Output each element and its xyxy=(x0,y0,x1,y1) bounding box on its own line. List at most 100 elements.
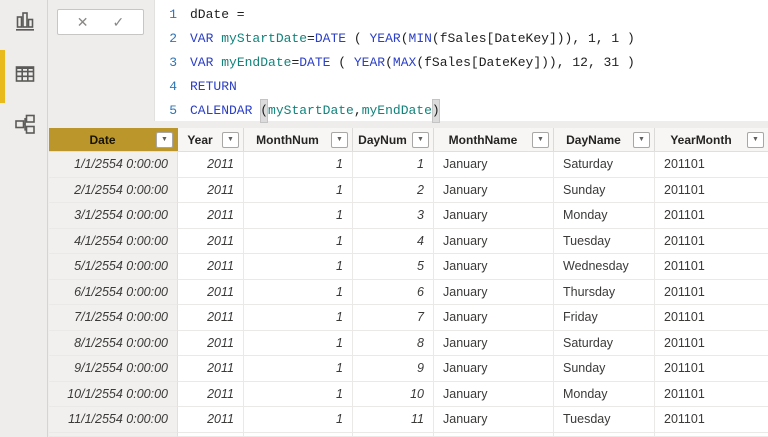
model-view-button[interactable] xyxy=(12,112,38,138)
cell-monthnum[interactable]: 1 xyxy=(244,177,353,203)
cell-monthname[interactable]: January xyxy=(434,203,554,229)
cell-monthnum[interactable]: 1 xyxy=(244,279,353,305)
cell-yearmonth[interactable]: 201101 xyxy=(655,356,768,382)
cell-monthname[interactable]: January xyxy=(434,228,554,254)
cell-yearmonth[interactable]: 201101 xyxy=(655,331,768,356)
cell-dayname[interactable] xyxy=(554,432,655,437)
commit-formula-button[interactable]: ✓ xyxy=(113,15,125,29)
cell-yearmonth[interactable]: 201101 xyxy=(655,254,768,280)
column-filter-dropdown-icon[interactable]: ▼ xyxy=(156,131,173,148)
column-filter-dropdown-icon[interactable]: ▼ xyxy=(412,131,429,148)
cell-daynum[interactable]: 6 xyxy=(353,279,434,305)
cell-year[interactable]: 2011 xyxy=(178,305,244,331)
cell-date[interactable]: 5/1/2554 0:00:00 xyxy=(49,254,178,280)
column-header-monthnum[interactable]: MonthNum ▼ xyxy=(244,128,353,151)
cell-dayname[interactable]: Saturday xyxy=(554,152,655,178)
cell-monthnum[interactable]: 1 xyxy=(244,152,353,178)
column-header-date[interactable]: Date ▼ xyxy=(49,128,178,151)
cell-date[interactable]: 6/1/2554 0:00:00 xyxy=(49,279,178,305)
column-header-dayname[interactable]: DayName ▼ xyxy=(554,128,655,151)
cell-year[interactable]: 2011 xyxy=(178,152,244,178)
cell-daynum[interactable]: 2 xyxy=(353,177,434,203)
column-header-yearmonth[interactable]: YearMonth ▼ xyxy=(655,128,768,151)
cell-daynum[interactable]: 8 xyxy=(353,330,434,356)
cell-date[interactable] xyxy=(49,432,178,437)
cell-year[interactable]: 2011 xyxy=(178,279,244,305)
cell-date[interactable]: 11/1/2554 0:00:00 xyxy=(49,407,178,433)
cell-dayname[interactable]: Monday xyxy=(554,203,655,229)
cell-dayname[interactable]: Sunday xyxy=(554,177,655,203)
cell-dayname[interactable]: Monday xyxy=(554,381,655,407)
cell-yearmonth[interactable] xyxy=(655,433,768,437)
cell-dayname[interactable]: Tuesday xyxy=(554,228,655,254)
cell-date[interactable]: 2/1/2554 0:00:00 xyxy=(49,177,178,203)
cell-dayname[interactable]: Wednesday xyxy=(554,254,655,280)
cell-year[interactable]: 2011 xyxy=(178,381,244,407)
cancel-formula-button[interactable]: ✕ xyxy=(77,15,89,29)
cell-yearmonth[interactable]: 201101 xyxy=(655,152,768,178)
cell-year[interactable]: 2011 xyxy=(178,203,244,229)
cell-date[interactable]: 9/1/2554 0:00:00 xyxy=(49,356,178,382)
cell-monthname[interactable]: January xyxy=(434,407,554,433)
cell-year[interactable]: 2011 xyxy=(178,407,244,433)
cell-monthname[interactable]: January xyxy=(434,305,554,331)
cell-year[interactable]: 2011 xyxy=(178,330,244,356)
cell-yearmonth[interactable]: 201101 xyxy=(655,407,768,433)
cell-daynum[interactable]: 10 xyxy=(353,381,434,407)
cell-monthname[interactable]: January xyxy=(434,381,554,407)
cell-monthnum[interactable]: 1 xyxy=(244,228,353,254)
cell-monthnum[interactable]: 1 xyxy=(244,330,353,356)
cell-monthname[interactable]: January xyxy=(434,356,554,382)
cell-date[interactable]: 3/1/2554 0:00:00 xyxy=(49,203,178,229)
cell-daynum[interactable]: 7 xyxy=(353,305,434,331)
column-filter-dropdown-icon[interactable]: ▼ xyxy=(532,131,549,148)
column-filter-dropdown-icon[interactable]: ▼ xyxy=(222,131,239,148)
cell-date[interactable]: 7/1/2554 0:00:00 xyxy=(49,305,178,331)
cell-daynum[interactable]: 9 xyxy=(353,356,434,382)
column-filter-dropdown-icon[interactable]: ▼ xyxy=(747,131,764,148)
cell-yearmonth[interactable]: 201101 xyxy=(655,203,768,229)
cell-yearmonth[interactable]: 201101 xyxy=(655,229,768,254)
report-view-button[interactable] xyxy=(12,9,38,35)
cell-monthnum[interactable]: 1 xyxy=(244,407,353,433)
cell-monthname[interactable]: January xyxy=(434,279,554,305)
dax-code-editor[interactable]: 1 dDate = 2 VAR myStartDate = DATE ( YEAR(MIN… xyxy=(154,0,768,123)
cell-year[interactable]: 2011 xyxy=(178,228,244,254)
column-header-year[interactable]: Year ▼ xyxy=(178,128,244,151)
cell-date[interactable]: 10/1/2554 0:00:00 xyxy=(49,381,178,407)
cell-yearmonth[interactable]: 201101 xyxy=(655,280,768,305)
cell-date[interactable]: 8/1/2554 0:00:00 xyxy=(49,330,178,356)
cell-monthnum[interactable]: 1 xyxy=(244,203,353,229)
cell-monthnum[interactable]: 1 xyxy=(244,381,353,407)
cell-monthname[interactable]: January xyxy=(434,152,554,178)
cell-monthname[interactable]: January xyxy=(434,254,554,280)
cell-year[interactable]: 2011 xyxy=(178,254,244,280)
cell-daynum[interactable]: 1 xyxy=(353,152,434,178)
cell-daynum[interactable]: 3 xyxy=(353,203,434,229)
cell-monthname[interactable]: January xyxy=(434,177,554,203)
cell-date[interactable]: 4/1/2554 0:00:00 xyxy=(49,228,178,254)
cell-dayname[interactable]: Tuesday xyxy=(554,407,655,433)
cell-monthnum[interactable]: 1 xyxy=(244,356,353,382)
cell-year[interactable]: 2011 xyxy=(178,177,244,203)
column-header-daynum[interactable]: DayNum ▼ xyxy=(353,128,434,151)
cell-yearmonth[interactable]: 201101 xyxy=(655,382,768,407)
cell-daynum[interactable]: 4 xyxy=(353,228,434,254)
cell-dayname[interactable]: Saturday xyxy=(554,330,655,356)
cell-daynum[interactable]: 11 xyxy=(353,407,434,433)
cell-year[interactable] xyxy=(178,432,244,437)
cell-monthnum[interactable]: 1 xyxy=(244,305,353,331)
column-header-monthname[interactable]: MonthName ▼ xyxy=(434,128,554,151)
column-filter-dropdown-icon[interactable]: ▼ xyxy=(633,131,650,148)
cell-dayname[interactable]: Thursday xyxy=(554,279,655,305)
cell-yearmonth[interactable]: 201101 xyxy=(655,178,768,203)
cell-dayname[interactable]: Friday xyxy=(554,305,655,331)
cell-monthname[interactable]: January xyxy=(434,330,554,356)
cell-monthnum[interactable]: 1 xyxy=(244,254,353,280)
cell-yearmonth[interactable]: 201101 xyxy=(655,305,768,331)
cell-year[interactable]: 2011 xyxy=(178,356,244,382)
cell-monthnum[interactable] xyxy=(244,432,353,437)
column-filter-dropdown-icon[interactable]: ▼ xyxy=(331,131,348,148)
cell-daynum[interactable]: 5 xyxy=(353,254,434,280)
cell-monthname[interactable] xyxy=(434,432,554,437)
